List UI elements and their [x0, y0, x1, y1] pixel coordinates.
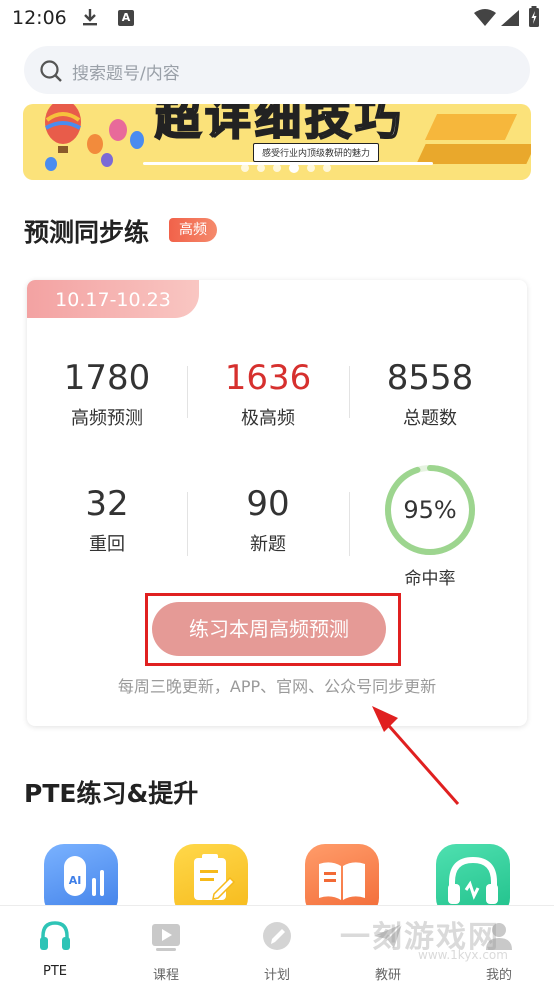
pencil-icon: [263, 922, 291, 950]
carousel-dot: [273, 164, 281, 172]
carousel-indicator: [241, 163, 331, 173]
hit-rate-label: 命中率: [404, 569, 456, 589]
stat-value: 8558: [386, 358, 474, 398]
hit-rate-value: 95%: [403, 496, 457, 524]
stat-very-high-freq[interactable]: 1636 极高频: [188, 358, 348, 430]
download-icon: [82, 8, 98, 31]
date-range-tag: 10.17-10.23: [27, 280, 199, 318]
nav-item-plan[interactable]: 计划: [222, 906, 332, 984]
annotation-arrow-icon: [372, 706, 460, 805]
weekly-prediction-card: 10.17-10.23 1780 高频预测 1636 极高频 8558 总题数 …: [27, 280, 527, 726]
stat-new[interactable]: 90 新题: [188, 484, 348, 556]
nav-label: 我的: [485, 968, 512, 983]
carousel-dot-active: [289, 163, 299, 173]
carousel-dot: [323, 164, 331, 172]
banner-subtitle: 感受行业内顶级教研的魅力: [253, 143, 380, 162]
headphones-icon: [40, 921, 70, 950]
watermark: 一刻游戏网 www.1kyx.com: [340, 912, 508, 962]
search-icon: [40, 60, 62, 82]
hit-rate-gauge: 95% 命中率: [382, 462, 478, 589]
stat-label: 新题: [250, 534, 286, 555]
promo-banner[interactable]: 超详细技巧 感受行业内顶级教研的魅力: [23, 104, 531, 180]
nav-label: 课程: [152, 968, 179, 983]
carousel-dot: [257, 164, 265, 172]
banner-headline: 超详细技巧: [154, 104, 405, 146]
section-title-practice: PTE练习&提升: [24, 779, 199, 808]
update-note: 每周三晚更新，APP、官网、公众号同步更新: [117, 677, 437, 696]
divider: [349, 492, 350, 556]
stat-label: 总题数: [403, 408, 457, 429]
search-bar[interactable]: 搜索题号/内容: [24, 46, 530, 94]
nav-label: 教研: [374, 968, 401, 983]
nav-item-pte[interactable]: PTE: [0, 906, 110, 984]
nav-label: 计划: [263, 968, 290, 983]
stat-label: 高频预测: [71, 408, 143, 429]
stat-value: 1636: [224, 358, 312, 398]
stat-value: 90: [246, 484, 290, 524]
section-title-weekly: 预测同步练: [24, 218, 150, 247]
signal-icon: [501, 10, 519, 26]
video-icon: [152, 924, 180, 951]
stat-high-freq[interactable]: 1780 高频预测: [27, 358, 187, 430]
carousel-dot: [241, 164, 249, 172]
stat-value: 1780: [63, 358, 151, 398]
carousel-dot: [307, 164, 315, 172]
stat-total[interactable]: 8558 总题数: [350, 358, 510, 430]
banner-decoration: [424, 114, 518, 140]
status-time: 12:06: [12, 7, 67, 29]
practice-weekly-button[interactable]: 练习本周高频预测: [152, 602, 386, 656]
stat-value: 32: [85, 484, 129, 524]
banner-decoration: [416, 144, 531, 164]
search-placeholder: 搜索题号/内容: [72, 64, 180, 84]
svg-text:AI: AI: [69, 874, 82, 887]
watermark-url: www.1kyx.com: [418, 948, 508, 962]
nav-item-courses[interactable]: 课程: [111, 906, 221, 984]
app-notification-icon: A: [118, 10, 134, 26]
wifi-icon: [474, 9, 496, 26]
hot-air-balloons-illustration: [44, 104, 144, 171]
stat-returning[interactable]: 32 重回: [27, 484, 187, 556]
stat-label: 重回: [89, 534, 125, 555]
nav-label: PTE: [43, 964, 67, 979]
status-bar: 12:06 A: [0, 0, 554, 38]
battery-icon: [529, 6, 539, 27]
stat-label: 极高频: [241, 408, 295, 429]
hot-badge: 高频: [169, 218, 217, 242]
